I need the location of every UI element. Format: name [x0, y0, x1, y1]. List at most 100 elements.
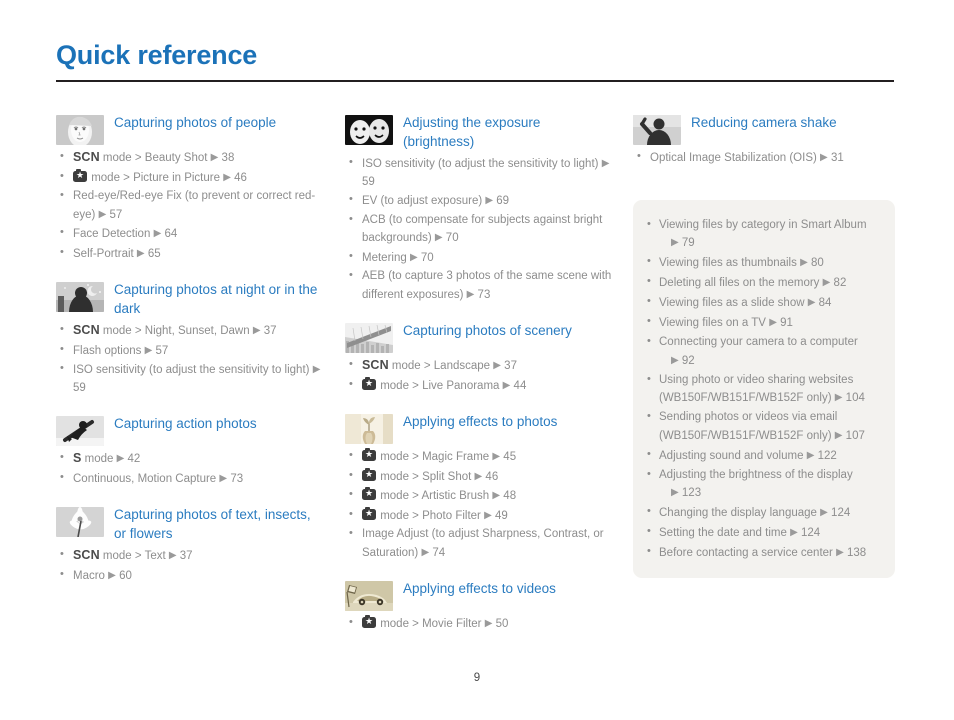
mode-token: S	[73, 451, 82, 465]
camera-shake-person-icon	[633, 115, 681, 145]
item-text: mode > Picture in Picture	[91, 171, 220, 184]
page-arrow-icon: ▶	[671, 237, 679, 248]
item-page: 31	[830, 152, 844, 164]
item-text: EV (to adjust exposure)	[362, 195, 483, 207]
item-page: 123	[681, 487, 702, 499]
item-text: Self-Portrait	[73, 247, 134, 260]
page-title: Quick reference	[56, 40, 258, 70]
item-text: mode > Night, Sunset, Dawn	[102, 325, 250, 337]
reference-item: mode > Magic Frame ▶ 45	[345, 447, 617, 467]
page-arrow-icon: ▶	[484, 509, 492, 521]
page-arrow-icon: ▶	[806, 449, 815, 461]
page-arrow-icon: ▶	[108, 569, 116, 581]
reference-item: mode > Picture in Picture ▶ 46	[56, 168, 328, 188]
tip-box-item: Setting the date and time ▶ 124	[637, 523, 881, 543]
mode-token: SCN	[73, 548, 100, 562]
item-text: mode > Split Shot	[380, 470, 472, 483]
item-text: Flash options	[73, 344, 142, 357]
smart-camera-mode-icon	[362, 448, 376, 461]
vase-flowers-effects-icon	[345, 414, 393, 444]
section-header: Capturing photos of people	[56, 112, 328, 145]
page-arrow-icon: ▶	[98, 208, 107, 220]
tip-box-item: Viewing files on a TV ▶ 91	[637, 313, 881, 333]
reference-item: SCN mode > Landscape ▶ 37	[345, 356, 617, 376]
item-text: ISO sensitivity (to adjust the sensitivi…	[362, 158, 599, 170]
page-arrow-icon: ▶	[153, 228, 162, 239]
page-arrow-icon: ▶	[820, 507, 828, 518]
item-page: 37	[179, 550, 193, 562]
section-item-list: SCN mode > Night, Sunset, Dawn ▶ 37Flash…	[56, 321, 328, 397]
item-page: 57	[109, 208, 123, 221]
page-arrow-icon: ▶	[434, 232, 443, 243]
item-page: 138	[846, 547, 867, 559]
smart-camera-mode-icon	[362, 615, 376, 628]
column-right: Reducing camera shake Optical Image Stabi…	[633, 112, 895, 578]
item-text: Viewing files as thumbnails	[659, 257, 797, 269]
section-header: Capturing photos of text, insects, or fl…	[56, 504, 328, 543]
page-arrow-icon: ▶	[493, 360, 501, 371]
item-text: Optical Image Stabilization (OIS)	[650, 152, 817, 164]
page-arrow-icon: ▶	[834, 392, 843, 403]
page-arrow-icon: ▶	[474, 470, 483, 482]
page-arrow-icon: ▶	[836, 547, 844, 558]
item-page: 65	[147, 247, 161, 260]
section-title: Capturing action photos	[114, 416, 257, 431]
item-page: 44	[513, 379, 527, 392]
tip-box-item: Using photo or video sharing websites (W…	[637, 371, 881, 408]
reference-item: EV (to adjust exposure) ▶ 69	[345, 191, 617, 211]
item-text: Adjusting sound and volume	[659, 449, 804, 462]
page-arrow-icon: ▶	[136, 247, 145, 259]
page-arrow-icon: ▶	[671, 354, 679, 366]
item-page: 124	[831, 507, 851, 519]
reference-item: Self-Portrait ▶ 65	[56, 244, 328, 264]
page-arrow-icon: ▶	[800, 257, 808, 268]
item-text: Viewing files as a slide show	[659, 297, 805, 309]
reference-item: Macro ▶ 60	[56, 566, 328, 586]
item-page: 59	[362, 175, 375, 188]
item-page: 37	[263, 325, 277, 337]
section-item-list: ISO sensitivity (to adjust the sensitivi…	[345, 154, 617, 304]
item-text: mode	[84, 453, 114, 465]
page-arrow-icon: ▶	[492, 490, 501, 501]
reference-item: mode > Artistic Brush ▶ 48	[345, 486, 617, 506]
section-title: Capturing photos of people	[114, 115, 277, 130]
tip-box-item: Connecting your camera to a computer ▶ 92	[637, 333, 881, 370]
item-text: Adjusting the brightness of the display	[659, 468, 853, 481]
item-page: 45	[503, 451, 517, 463]
item-text: Face Detection	[73, 228, 151, 240]
item-text: Setting the date and time	[659, 527, 787, 539]
reference-section: Capturing photos of people SCN mode > Bea…	[56, 112, 328, 263]
section-header: Capturing photos of scenery	[345, 320, 617, 353]
night-moon-person-icon	[56, 282, 104, 312]
snowboarder-action-icon	[56, 416, 104, 446]
reference-item: Flash options ▶ 57	[56, 341, 328, 361]
reference-item: mode > Live Panorama ▶ 44	[345, 376, 617, 396]
item-text: Viewing files on a TV	[659, 317, 766, 329]
item-text: mode > Movie Filter	[380, 618, 482, 630]
playback-tips-box: Viewing files by category in Smart Album…	[633, 199, 895, 578]
page-arrow-icon: ▶	[116, 453, 125, 464]
page-arrow-icon: ▶	[807, 297, 816, 308]
item-text: Continuous, Motion Capture	[73, 472, 217, 485]
page-arrow-icon: ▶	[484, 618, 493, 629]
section-item-list: S mode ▶ 42Continuous, Motion Capture ▶ …	[56, 449, 328, 488]
item-text: mode > Live Panorama	[380, 379, 500, 392]
section-header: Applying effects to photos	[345, 411, 617, 444]
section-title: Applying effects to photos	[403, 414, 558, 429]
column-left: Capturing photos of people SCN mode > Bea…	[56, 112, 328, 601]
item-page: 82	[833, 277, 847, 289]
item-page: 69	[496, 195, 510, 207]
reference-section: Capturing photos at night or in the dark…	[56, 279, 328, 397]
tip-box-list: Viewing files by category in Smart Album…	[637, 216, 881, 563]
reference-item: mode > Movie Filter ▶ 50	[345, 614, 617, 634]
tip-box-item: Deleting all files on the memory ▶ 82	[637, 273, 881, 293]
reference-item: Optical Image Stabilization (OIS) ▶ 31	[633, 148, 895, 168]
page-arrow-icon: ▶	[210, 152, 219, 163]
item-page: 80	[810, 257, 824, 269]
item-page: 91	[780, 317, 793, 329]
column-middle: Adjusting the exposure (brightness) ISO s…	[345, 112, 617, 650]
page-arrow-icon: ▶	[834, 429, 843, 441]
item-text: ACB (to compensate for subjects against …	[362, 213, 603, 245]
section-title: Reducing camera shake	[691, 115, 837, 130]
reference-item: ACB (to compensate for subjects against …	[345, 211, 617, 248]
